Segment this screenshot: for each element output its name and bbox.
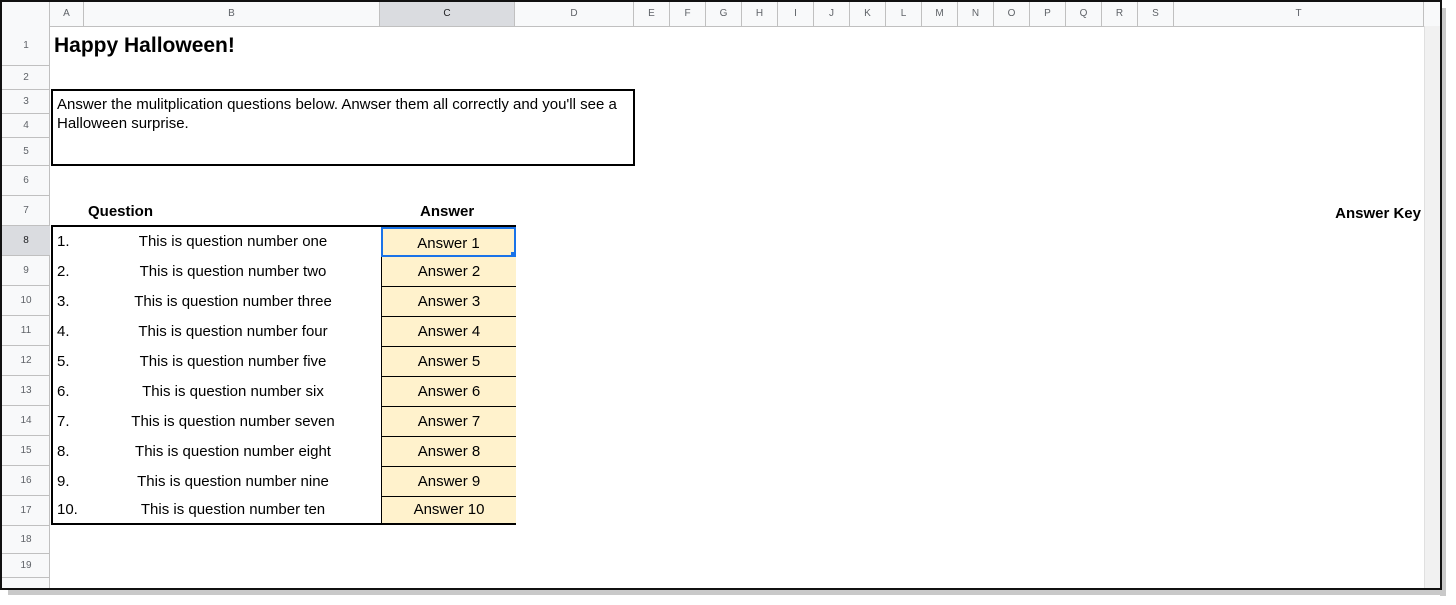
row-header-13[interactable]: 13 (2, 376, 50, 406)
table-row: 5. This is question number five Answer 5 (53, 347, 516, 377)
question-number: 1. (57, 233, 70, 250)
table-row: 7. This is question number seven Answer … (53, 407, 516, 437)
question-number: 3. (57, 293, 70, 310)
answer-cell[interactable]: Answer 5 (381, 347, 516, 377)
question-number: 7. (57, 413, 70, 430)
column-header-c[interactable]: C (380, 2, 515, 26)
column-header-t[interactable]: T (1174, 2, 1424, 26)
table-row: 1. This is question number one Answer 1 (53, 227, 516, 257)
cell-grid[interactable]: Happy Halloween! Answer the mulitplicati… (50, 26, 1424, 588)
answer-cell[interactable]: Answer 1 (381, 227, 516, 257)
column-header-i[interactable]: I (778, 2, 814, 26)
column-header-l[interactable]: L (886, 2, 922, 26)
question-text: This is question number four (138, 323, 328, 340)
question-number: 9. (57, 473, 70, 490)
question-number: 4. (57, 323, 70, 340)
table-row: 3. This is question number three Answer … (53, 287, 516, 317)
row-header-7[interactable]: 7 (2, 196, 50, 226)
question-text: This is question number eight (135, 443, 331, 460)
question-text: This is question number one (138, 233, 328, 250)
column-header-m[interactable]: M (922, 2, 958, 26)
row-header-18[interactable]: 18 (2, 526, 50, 554)
question-text: This is question number two (139, 263, 327, 280)
row-header-3[interactable]: 3 (2, 90, 50, 114)
answer-cell[interactable]: Answer 7 (381, 407, 516, 437)
row-header-10[interactable]: 10 (2, 286, 50, 316)
vertical-scrollbar[interactable] (1424, 26, 1440, 588)
table-row: 4. This is question number four Answer 4 (53, 317, 516, 347)
column-header-e[interactable]: E (634, 2, 670, 26)
question-text: This is question number ten (140, 501, 326, 518)
column-header-f[interactable]: F (670, 2, 706, 26)
select-all-corner[interactable] (2, 2, 50, 26)
answer-header: Answer (420, 203, 475, 220)
question-table: 1. This is question number one Answer 1 … (51, 225, 516, 525)
column-header-q[interactable]: Q (1066, 2, 1102, 26)
column-header-a[interactable]: A (50, 2, 84, 26)
column-header-bar: A B C D E F G H I J K L M N O P Q R S T (2, 2, 1440, 27)
spreadsheet-window: A B C D E F G H I J K L M N O P Q R S T … (0, 0, 1442, 590)
table-row: 6. This is question number six Answer 6 (53, 377, 516, 407)
answer-cell[interactable]: Answer 9 (381, 467, 516, 497)
row-header-12[interactable]: 12 (2, 346, 50, 376)
question-text: This is question number seven (131, 413, 335, 430)
answer-cell[interactable]: Answer 6 (381, 377, 516, 407)
row-header-6[interactable]: 6 (2, 166, 50, 196)
row-header-4[interactable]: 4 (2, 114, 50, 138)
row-header-11[interactable]: 11 (2, 316, 50, 346)
column-header-n[interactable]: N (958, 2, 994, 26)
row-header-2[interactable]: 2 (2, 66, 50, 90)
column-header-r[interactable]: R (1102, 2, 1138, 26)
row-header-1[interactable]: 1 (2, 26, 50, 66)
table-row: 2. This is question number two Answer 2 (53, 257, 516, 287)
instructions-box: Answer the mulitplication questions belo… (51, 89, 635, 166)
column-header-k[interactable]: K (850, 2, 886, 26)
column-header-p[interactable]: P (1030, 2, 1066, 26)
row-header-15[interactable]: 15 (2, 436, 50, 466)
question-text: This is question number five (139, 353, 327, 370)
question-number: 6. (57, 383, 70, 400)
table-row: 8. This is question number eight Answer … (53, 437, 516, 467)
answer-cell[interactable]: Answer 2 (381, 257, 516, 287)
column-header-h[interactable]: H (742, 2, 778, 26)
row-header-14[interactable]: 14 (2, 406, 50, 436)
answer-cell[interactable]: Answer 8 (381, 437, 516, 467)
row-header-16[interactable]: 16 (2, 466, 50, 496)
column-header-g[interactable]: G (706, 2, 742, 26)
table-row: 10. This is question number ten Answer 1… (53, 497, 516, 523)
answer-cell[interactable]: Answer 4 (381, 317, 516, 347)
answer-cell[interactable]: Answer 10 (381, 497, 516, 523)
question-number: 2. (57, 263, 70, 280)
row-header-19[interactable]: 19 (2, 554, 50, 578)
question-header: Question (88, 203, 154, 220)
row-header-5[interactable]: 5 (2, 138, 50, 166)
question-text: This is question number six (142, 383, 324, 400)
row-header-17[interactable]: 17 (2, 496, 50, 526)
row-header-8[interactable]: 8 (2, 226, 50, 256)
table-row: 9. This is question number nine Answer 9 (53, 467, 516, 497)
question-number: 5. (57, 353, 70, 370)
question-text: This is question number nine (137, 473, 329, 490)
column-header-j[interactable]: J (814, 2, 850, 26)
column-header-o[interactable]: O (994, 2, 1030, 26)
selection-fill-handle[interactable] (511, 252, 516, 257)
row-header-bar: 1 2 3 4 5 6 7 8 9 10 11 12 13 14 15 16 1… (2, 26, 50, 588)
answer-cell[interactable]: Answer 3 (381, 287, 516, 317)
question-number: 10. (57, 501, 78, 518)
column-header-b[interactable]: B (84, 2, 380, 26)
question-number: 8. (57, 443, 70, 460)
sheet-title: Happy Halloween! (54, 34, 235, 57)
column-header-s[interactable]: S (1138, 2, 1174, 26)
answer-key-header: Answer Key (1335, 205, 1421, 222)
question-text: This is question number three (134, 293, 332, 310)
column-header-d[interactable]: D (515, 2, 634, 26)
row-header-9[interactable]: 9 (2, 256, 50, 286)
